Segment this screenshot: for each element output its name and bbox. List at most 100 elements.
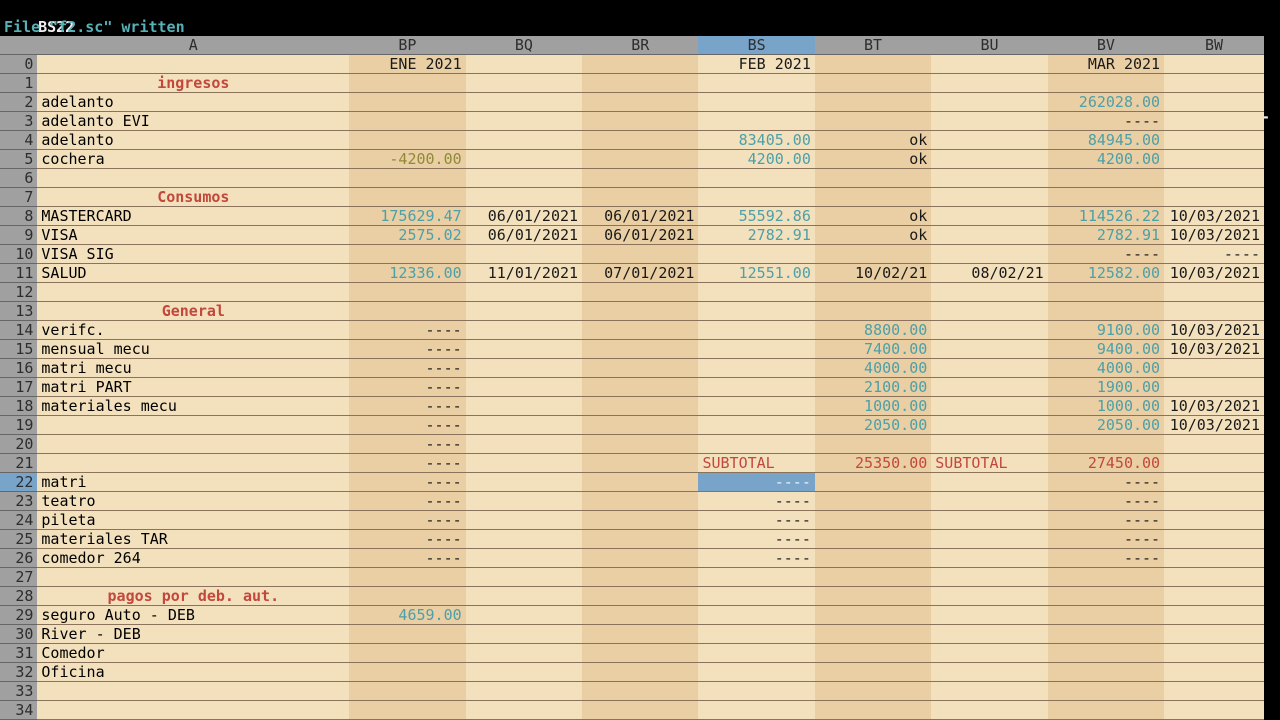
cell-BW32[interactable] bbox=[1164, 663, 1264, 682]
cell-BV5[interactable]: 4200.00 bbox=[1048, 150, 1164, 169]
cell-BU22[interactable] bbox=[931, 473, 1047, 492]
cell-BT6[interactable] bbox=[815, 169, 931, 188]
cell-A8[interactable]: MASTERCARD bbox=[37, 207, 349, 226]
cell-BV2[interactable]: 262028.00 bbox=[1048, 93, 1164, 112]
cell-BT30[interactable] bbox=[815, 625, 931, 644]
column-header-BQ[interactable]: BQ bbox=[466, 36, 582, 55]
cell-BS15[interactable] bbox=[698, 340, 814, 359]
cell-BW9[interactable]: 10/03/2021 bbox=[1164, 226, 1264, 245]
cell-BQ16[interactable] bbox=[466, 359, 582, 378]
cell-BT17[interactable]: 2100.00 bbox=[815, 378, 931, 397]
row-number[interactable]: 15 bbox=[0, 340, 37, 359]
cell-BS9[interactable]: 2782.91 bbox=[698, 226, 814, 245]
column-header-BS[interactable]: BS bbox=[698, 36, 814, 55]
cell-A0[interactable] bbox=[37, 55, 349, 74]
cell-BR18[interactable] bbox=[582, 397, 698, 416]
column-header-BU[interactable]: BU bbox=[931, 36, 1047, 55]
cell-BP25[interactable]: ---- bbox=[349, 530, 465, 549]
cell-BQ19[interactable] bbox=[466, 416, 582, 435]
cell-BT34[interactable] bbox=[815, 701, 931, 720]
cell-BR31[interactable] bbox=[582, 644, 698, 663]
cell-A9[interactable]: VISA bbox=[37, 226, 349, 245]
cell-BS22[interactable]: ---- bbox=[698, 473, 814, 492]
cell-BV18[interactable]: 1000.00 bbox=[1048, 397, 1164, 416]
cell-BW20[interactable] bbox=[1164, 435, 1264, 454]
cell-BS34[interactable] bbox=[698, 701, 814, 720]
cell-BV22[interactable]: ---- bbox=[1048, 473, 1164, 492]
cell-BS13[interactable] bbox=[698, 302, 814, 321]
cell-BR24[interactable] bbox=[582, 511, 698, 530]
cell-A11[interactable]: SALUD bbox=[37, 264, 349, 283]
cell-BU15[interactable] bbox=[931, 340, 1047, 359]
cell-BP7[interactable] bbox=[349, 188, 465, 207]
cell-BU24[interactable] bbox=[931, 511, 1047, 530]
column-header-BW[interactable]: BW bbox=[1164, 36, 1264, 55]
row-number[interactable]: 22 bbox=[0, 473, 37, 492]
row-number[interactable]: 16 bbox=[0, 359, 37, 378]
row-number[interactable]: 13 bbox=[0, 302, 37, 321]
cell-BT15[interactable]: 7400.00 bbox=[815, 340, 931, 359]
cell-BV33[interactable] bbox=[1048, 682, 1164, 701]
cell-BR17[interactable] bbox=[582, 378, 698, 397]
cell-BR6[interactable] bbox=[582, 169, 698, 188]
cell-BQ32[interactable] bbox=[466, 663, 582, 682]
cell-BP33[interactable] bbox=[349, 682, 465, 701]
cell-BP11[interactable]: 12336.00 bbox=[349, 264, 465, 283]
cell-BU11[interactable]: 08/02/21 bbox=[931, 264, 1047, 283]
cell-BR1[interactable] bbox=[582, 74, 698, 93]
cell-BQ7[interactable] bbox=[466, 188, 582, 207]
row-number[interactable]: 2 bbox=[0, 93, 37, 112]
cell-BV21[interactable]: 27450.00 bbox=[1048, 454, 1164, 473]
cell-BS31[interactable] bbox=[698, 644, 814, 663]
cell-BP12[interactable] bbox=[349, 283, 465, 302]
cell-BW10[interactable]: ---- bbox=[1164, 245, 1264, 264]
cell-BT13[interactable] bbox=[815, 302, 931, 321]
cell-BP13[interactable] bbox=[349, 302, 465, 321]
cell-BR25[interactable] bbox=[582, 530, 698, 549]
cell-BR28[interactable] bbox=[582, 587, 698, 606]
cell-BS7[interactable] bbox=[698, 188, 814, 207]
cell-BV16[interactable]: 4000.00 bbox=[1048, 359, 1164, 378]
cell-BT14[interactable]: 8800.00 bbox=[815, 321, 931, 340]
cell-BQ13[interactable] bbox=[466, 302, 582, 321]
cell-BV4[interactable]: 84945.00 bbox=[1048, 131, 1164, 150]
cell-BW16[interactable] bbox=[1164, 359, 1264, 378]
cell-BP27[interactable] bbox=[349, 568, 465, 587]
cell-BW18[interactable]: 10/03/2021 bbox=[1164, 397, 1264, 416]
cell-BU31[interactable] bbox=[931, 644, 1047, 663]
cell-BS30[interactable] bbox=[698, 625, 814, 644]
cell-BS28[interactable] bbox=[698, 587, 814, 606]
row-number[interactable]: 30 bbox=[0, 625, 37, 644]
cell-BP15[interactable]: ---- bbox=[349, 340, 465, 359]
cell-BW26[interactable] bbox=[1164, 549, 1264, 568]
cell-BW1[interactable] bbox=[1164, 74, 1264, 93]
cell-A15[interactable]: mensual mecu bbox=[37, 340, 349, 359]
cell-BV0[interactable]: MAR 2021 bbox=[1048, 55, 1164, 74]
cell-BP34[interactable] bbox=[349, 701, 465, 720]
cell-BS32[interactable] bbox=[698, 663, 814, 682]
cell-BP19[interactable]: ---- bbox=[349, 416, 465, 435]
cell-BP23[interactable]: ---- bbox=[349, 492, 465, 511]
cell-BR7[interactable] bbox=[582, 188, 698, 207]
cell-BR9[interactable]: 06/01/2021 bbox=[582, 226, 698, 245]
cell-BU30[interactable] bbox=[931, 625, 1047, 644]
cell-BW33[interactable] bbox=[1164, 682, 1264, 701]
cell-BU27[interactable] bbox=[931, 568, 1047, 587]
cell-BR14[interactable] bbox=[582, 321, 698, 340]
cell-BP14[interactable]: ---- bbox=[349, 321, 465, 340]
cell-BP24[interactable]: ---- bbox=[349, 511, 465, 530]
cell-BU6[interactable] bbox=[931, 169, 1047, 188]
row-number[interactable]: 33 bbox=[0, 682, 37, 701]
cell-BV11[interactable]: 12582.00 bbox=[1048, 264, 1164, 283]
cell-BS18[interactable] bbox=[698, 397, 814, 416]
cell-BS1[interactable] bbox=[698, 74, 814, 93]
cell-BV19[interactable]: 2050.00 bbox=[1048, 416, 1164, 435]
row-number[interactable]: 31 bbox=[0, 644, 37, 663]
cell-BT8[interactable]: ok bbox=[815, 207, 931, 226]
cell-BP17[interactable]: ---- bbox=[349, 378, 465, 397]
cell-BV17[interactable]: 1900.00 bbox=[1048, 378, 1164, 397]
cell-BU32[interactable] bbox=[931, 663, 1047, 682]
cell-BU0[interactable] bbox=[931, 55, 1047, 74]
cell-A21[interactable] bbox=[37, 454, 349, 473]
cell-BP0[interactable]: ENE 2021 bbox=[349, 55, 465, 74]
